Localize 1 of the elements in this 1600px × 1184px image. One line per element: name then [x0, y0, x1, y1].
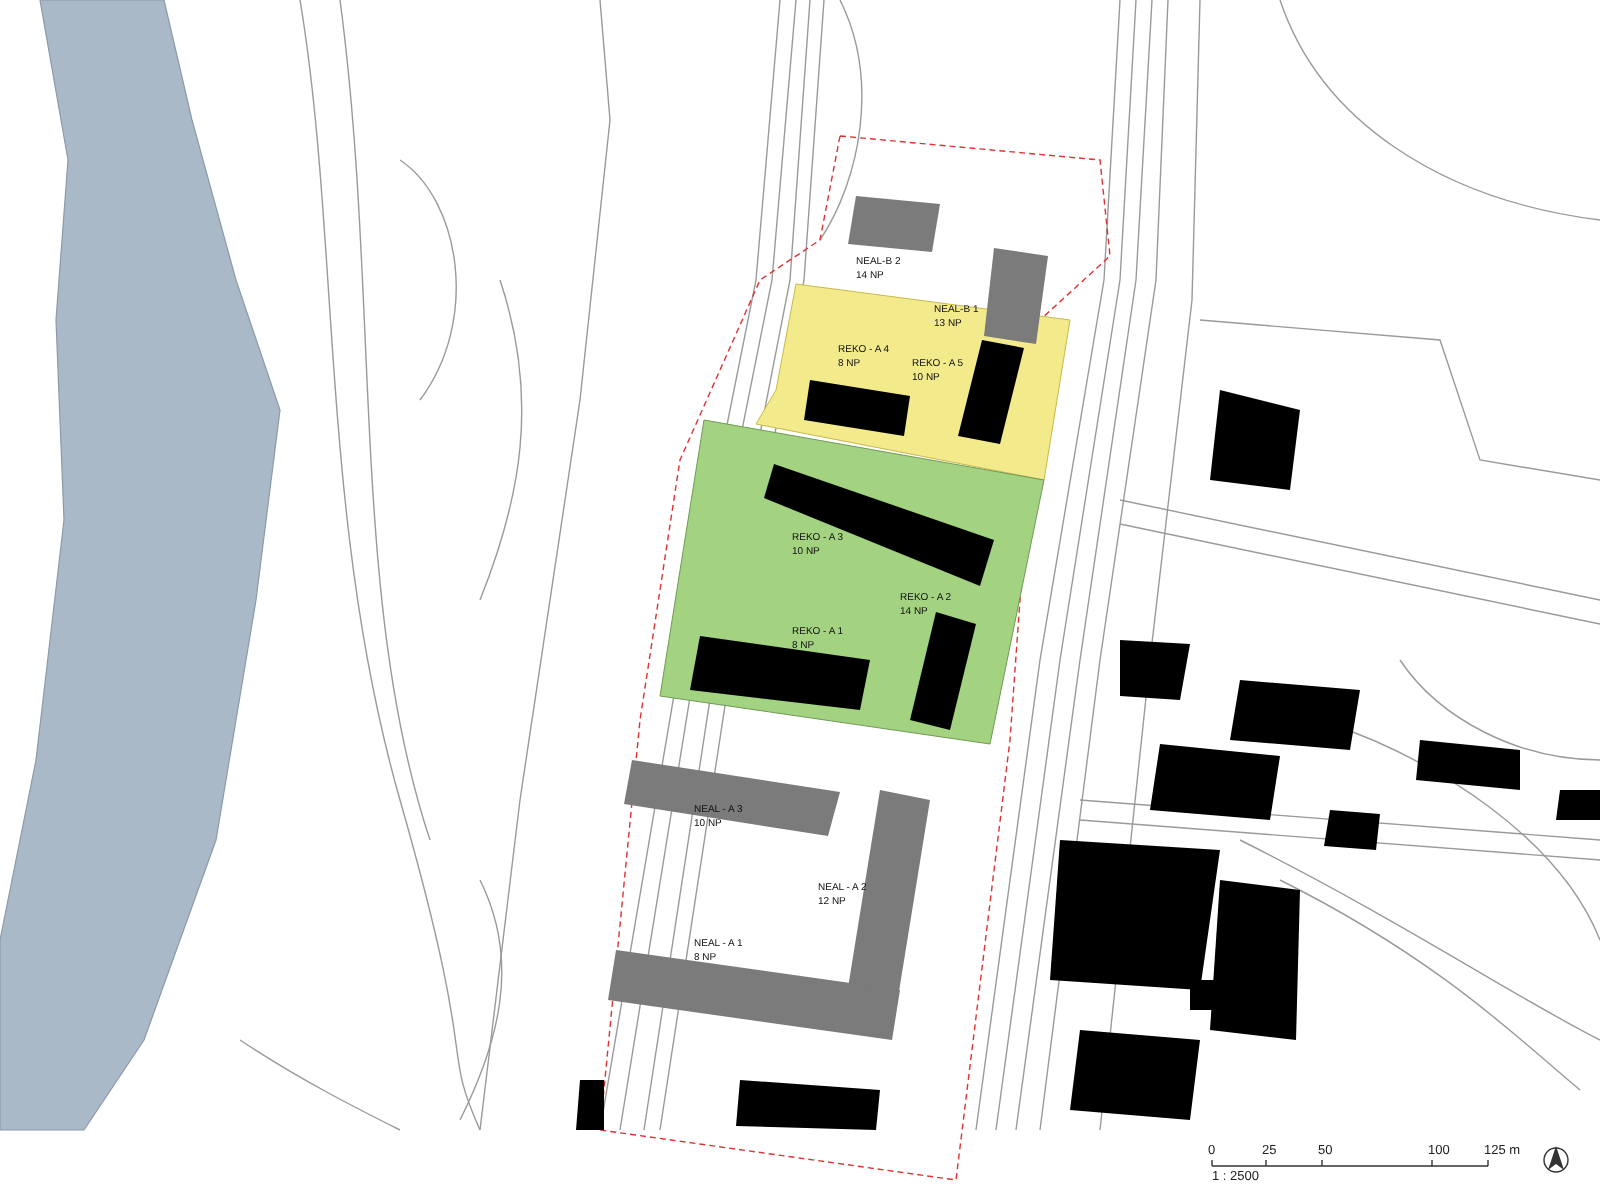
north-arrow-icon — [1543, 1146, 1569, 1173]
